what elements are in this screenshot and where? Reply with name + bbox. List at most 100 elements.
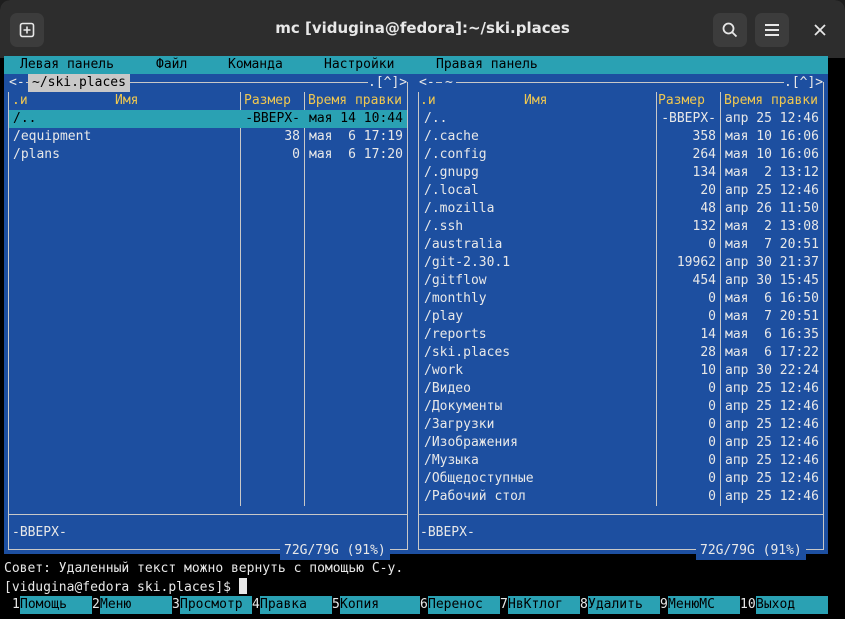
right-panel-arrow[interactable]: <-	[418, 74, 436, 92]
left-status-sep	[8, 514, 408, 515]
fkey-label: НвКтлог	[508, 596, 580, 614]
terminal-window: mc [vidugina@fedora]:~/ski.places Левая …	[0, 0, 845, 619]
left-panel-arrow[interactable]: <-	[8, 74, 26, 92]
file-row[interactable]: /Общедоступные 0 апр 25 12:46	[419, 470, 823, 488]
file-row[interactable]: /.gnupg 134 мая 2 13:12	[419, 164, 823, 182]
file-name: /Загрузки	[424, 417, 495, 432]
file-name: /Изображения	[424, 435, 518, 450]
fkey-label: МенюMC	[668, 596, 740, 614]
menu-settings[interactable]: Настройки	[324, 56, 394, 74]
right-panel[interactable]: <- ~ .[^]> .и Имя Размер Время правки /.…	[414, 74, 828, 560]
fkey-label: Перенос	[428, 596, 500, 614]
menu-command[interactable]: Команда	[228, 56, 283, 74]
left-panel[interactable]: <- ~/ski.places .[^]> .и Имя Размер Врем…	[4, 74, 412, 560]
file-row[interactable]: /plans 0 мая 6 17:20	[9, 146, 407, 164]
file-mtime: апр 25 12:46	[725, 489, 819, 504]
right-header-mtime[interactable]: Время правки	[724, 92, 818, 110]
left-free-space: 72G/79G (91%)	[280, 542, 390, 560]
right-status: -ВВЕРХ-	[420, 525, 475, 540]
menu-file[interactable]: Файл	[156, 56, 187, 74]
file-size: 0	[708, 453, 716, 468]
menu-right-panel[interactable]: Правая панель	[436, 56, 538, 74]
left-header-size[interactable]: Размер	[244, 92, 291, 110]
file-mtime: апр 26 11:50	[725, 201, 819, 216]
menu-left-panel[interactable]: Левая панель	[20, 56, 114, 74]
left-header-sort[interactable]: .и	[12, 92, 28, 110]
file-row[interactable]: /australia 0 мая 7 20:51	[419, 236, 823, 254]
fkey-number: 6	[420, 597, 428, 612]
fkey-number: 5	[332, 597, 340, 612]
file-name: /ski.places	[424, 345, 511, 360]
left-header-name[interactable]: Имя	[115, 92, 138, 110]
left-header-mtime[interactable]: Время правки	[308, 92, 402, 110]
right-free-space: 72G/79G (91%)	[696, 542, 806, 560]
file-row[interactable]: /Видео 0 апр 25 12:46	[419, 380, 823, 398]
file-row[interactable]: /Загрузки 0 апр 25 12:46	[419, 416, 823, 434]
file-size: 0	[708, 381, 716, 396]
right-panel-corner[interactable]: .[^]>	[784, 74, 824, 92]
file-row[interactable]: /equipment 38 мая 6 17:19	[9, 128, 407, 146]
file-row[interactable]: /play 0 мая 7 20:51	[419, 308, 823, 326]
right-header-sort[interactable]: .и	[420, 92, 436, 110]
file-row[interactable]: /ski.places 28 мая 6 17:22	[419, 344, 823, 362]
file-size: 0	[708, 291, 716, 306]
terminal-content[interactable]: Левая панель Файл Команда Настройки Прав…	[4, 56, 828, 619]
file-row[interactable]: /git-2.30.1 19962 апр 30 21:37	[419, 254, 823, 272]
file-mtime: апр 25 12:46	[725, 381, 819, 396]
file-mtime: апр 25 12:46	[725, 183, 819, 198]
file-row[interactable]: /gitflow 454 апр 30 15:45	[419, 272, 823, 290]
right-header-size[interactable]: Размер	[658, 92, 705, 110]
file-name: /Видео	[424, 381, 471, 396]
left-panel-path[interactable]: ~/ski.places	[28, 74, 130, 92]
file-row[interactable]: /reports 14 мая 6 16:35	[419, 326, 823, 344]
file-row[interactable]: /Музыка 0 апр 25 12:46	[419, 452, 823, 470]
file-row[interactable]: /.local 20 апр 25 12:46	[419, 182, 823, 200]
file-size: 0	[708, 237, 716, 252]
file-row[interactable]: /.cache 358 мая 10 16:06	[419, 128, 823, 146]
file-row[interactable]: /.. -ВВЕРХ-апр 25 12:46	[419, 110, 823, 128]
shell-prompt-line[interactable]: [vidugina@fedora ski.places]$	[4, 578, 247, 596]
file-size: 0	[708, 417, 716, 432]
file-row[interactable]: /.. -ВВЕРХ-мая 14 10:44	[9, 110, 407, 128]
file-mtime: апр 25 12:46	[725, 453, 819, 468]
right-header-name[interactable]: Имя	[524, 92, 547, 110]
file-size: 264	[692, 147, 716, 162]
file-row[interactable]: /Изображения 0 апр 25 12:46	[419, 434, 823, 452]
file-row[interactable]: /.config 264 мая 10 16:06	[419, 146, 823, 164]
file-name: /..	[424, 111, 448, 126]
fkey-number: 3	[172, 597, 180, 612]
menu-button[interactable]	[755, 13, 789, 47]
file-size: 38	[284, 129, 300, 144]
file-name: /.cache	[424, 129, 479, 144]
file-name: /monthly	[424, 291, 487, 306]
file-row[interactable]: /work 10 апр 30 22:24	[419, 362, 823, 380]
file-mtime: мая 6 17:22	[725, 345, 819, 360]
file-mtime: мая 2 13:08	[725, 219, 819, 234]
fkey-number: 7	[500, 597, 508, 612]
file-row[interactable]: /Документы 0 апр 25 12:46	[419, 398, 823, 416]
file-row[interactable]: /Рабочий стол 0 апр 25 12:46	[419, 488, 823, 506]
file-size: 0	[708, 489, 716, 504]
file-size: 132	[692, 219, 716, 234]
fkey-number: 8	[580, 597, 588, 612]
right-panel-path[interactable]: ~	[442, 74, 456, 92]
file-mtime: апр 30 22:24	[725, 363, 819, 378]
file-size: 28	[700, 345, 716, 360]
file-row[interactable]: /.mozilla 48 апр 26 11:50	[419, 200, 823, 218]
file-row[interactable]: /.ssh 132 мая 2 13:08	[419, 218, 823, 236]
file-size: 19962	[676, 255, 716, 270]
file-mtime: мая 7 20:51	[725, 309, 819, 324]
close-button[interactable]	[803, 13, 837, 47]
fkey-label: Выход	[756, 596, 828, 614]
file-row[interactable]: /monthly 0 мая 6 16:50	[419, 290, 823, 308]
file-size: -ВВЕРХ-	[661, 111, 716, 126]
file-name: /.local	[424, 183, 479, 198]
file-size: 0	[708, 399, 716, 414]
left-panel-corner[interactable]: .[^]>	[368, 74, 408, 92]
file-mtime: апр 25 12:46	[725, 417, 819, 432]
file-mtime: мая 6 17:19	[309, 129, 403, 144]
search-button[interactable]	[713, 13, 747, 47]
terminal-scrollbar[interactable]	[828, 58, 845, 619]
file-name: /..	[13, 111, 37, 126]
file-name: /plans	[13, 147, 60, 162]
